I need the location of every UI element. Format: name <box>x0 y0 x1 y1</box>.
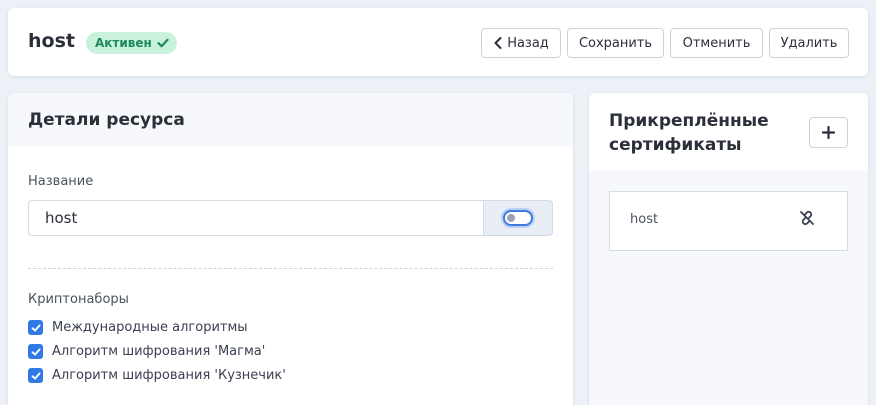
crypto-suite-label: Алгоритм шифрования 'Кузнечик' <box>52 368 286 383</box>
crypto-suite-label: Международные алгоритмы <box>52 320 248 335</box>
checkbox-magma[interactable] <box>28 344 43 359</box>
name-input[interactable] <box>28 200 484 236</box>
resource-name-title: host <box>28 30 75 52</box>
name-toggle-switch[interactable] <box>503 210 533 226</box>
cancel-button-label: Отменить <box>682 35 751 51</box>
name-toggle-container <box>483 200 553 236</box>
toggle-knob <box>507 214 515 222</box>
delete-button-label: Удалить <box>780 35 838 51</box>
certificates-title: Прикреплённые сертификаты <box>609 111 769 155</box>
check-icon <box>31 348 40 355</box>
save-button[interactable]: Сохранить <box>567 28 664 58</box>
add-certificate-button[interactable] <box>809 117 848 148</box>
checkbox-international[interactable] <box>28 320 43 335</box>
resource-details-panel: Детали ресурса Название Криптонаборы Меж… <box>8 93 573 405</box>
resource-header: host Активен Назад Сохранить Отменить Уд… <box>8 8 868 76</box>
plus-icon <box>822 126 835 139</box>
attached-certificates-panel: Прикреплённые сертификаты host <box>589 93 868 405</box>
crypto-suite-kuznechik[interactable]: Алгоритм шифрования 'Кузнечик' <box>28 368 286 383</box>
details-title: Детали ресурса <box>8 93 573 147</box>
delete-button[interactable]: Удалить <box>769 28 849 58</box>
save-button-label: Сохранить <box>578 35 653 51</box>
back-button-label: Назад <box>507 35 549 51</box>
cancel-button[interactable]: Отменить <box>670 28 763 58</box>
crypto-suite-magma[interactable]: Алгоритм шифрования 'Магма' <box>28 344 265 359</box>
section-divider <box>28 268 553 269</box>
crypto-suite-label: Алгоритм шифрования 'Магма' <box>52 344 266 359</box>
status-badge: Активен <box>86 32 177 54</box>
check-icon <box>157 38 169 48</box>
crypto-suites-label: Криптонаборы <box>28 292 129 307</box>
check-icon <box>31 324 40 331</box>
certificate-name: host <box>630 212 659 227</box>
certificate-item: host <box>609 191 848 251</box>
back-button[interactable]: Назад <box>481 28 561 58</box>
check-icon <box>31 372 40 379</box>
unlink-icon[interactable] <box>799 210 815 226</box>
status-badge-label: Активен <box>95 36 152 50</box>
name-field-label: Название <box>28 174 94 189</box>
chevron-left-icon <box>494 37 502 49</box>
checkbox-kuznechik[interactable] <box>28 368 43 383</box>
crypto-suite-international[interactable]: Международные алгоритмы <box>28 320 248 335</box>
